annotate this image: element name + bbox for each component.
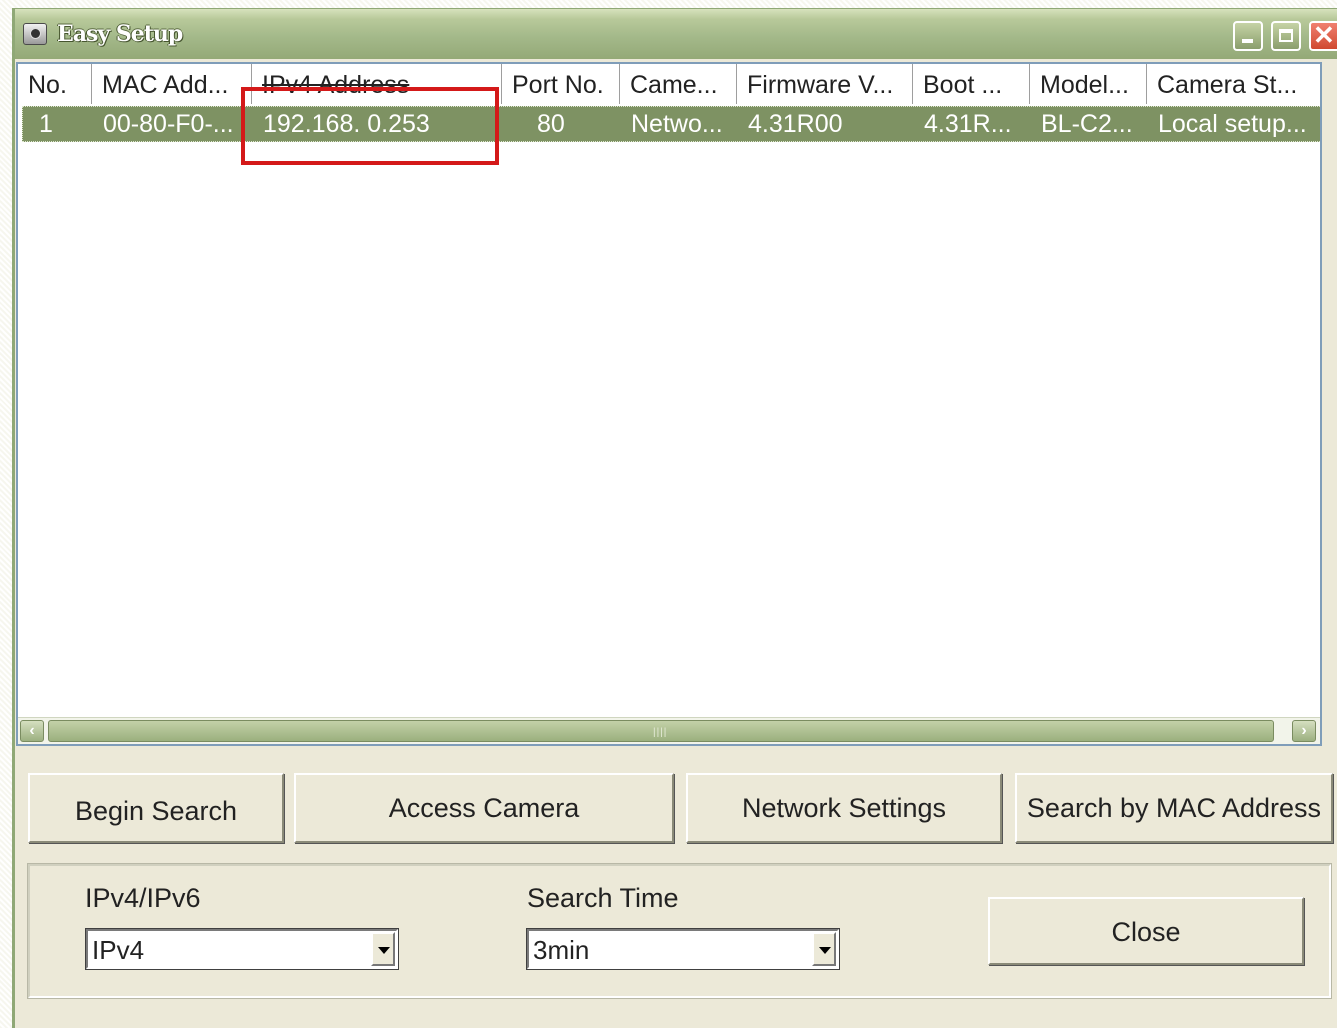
window-title: Easy Setup	[57, 21, 183, 47]
ip-version-label: IPv4/IPv6	[85, 883, 201, 913]
close-button[interactable]: Close	[988, 897, 1304, 965]
chevron-down-icon[interactable]	[812, 932, 836, 966]
title-bar[interactable]: Easy Setup ✕	[15, 9, 1337, 59]
minimize-icon	[1242, 39, 1253, 43]
cell-camera: Netwo...	[631, 110, 723, 138]
maximize-button[interactable]	[1271, 21, 1301, 51]
chevron-left-icon: ‹	[29, 722, 35, 739]
scrollbar-thumb[interactable]: ||||	[48, 720, 1274, 742]
search-time-select[interactable]: 3min	[526, 928, 840, 970]
cell-no: 1	[39, 110, 53, 138]
search-time-label: Search Time	[527, 883, 679, 913]
cell-camera-status: Local setup...	[1158, 110, 1307, 138]
close-window-button[interactable]: ✕	[1309, 20, 1337, 51]
column-header-port[interactable]: Port No.	[502, 64, 620, 104]
cell-model: BL-C2...	[1041, 110, 1133, 138]
scroll-left-button[interactable]: ‹	[20, 720, 44, 742]
camera-list[interactable]: No. MAC Add... IPv4 Address Port No. Cam…	[16, 62, 1322, 746]
chevron-right-icon: ›	[1301, 722, 1307, 739]
column-header-camera-status[interactable]: Camera St...	[1147, 64, 1320, 104]
column-header-model[interactable]: Model...	[1030, 64, 1147, 104]
chevron-down-icon[interactable]	[371, 932, 395, 966]
cell-boot: 4.31R...	[924, 110, 1012, 138]
horizontal-scrollbar[interactable]: ‹ |||| ›	[18, 717, 1320, 744]
camera-app-icon	[23, 23, 47, 45]
highlight-box	[241, 87, 499, 165]
cell-port: 80	[537, 110, 565, 138]
search-by-mac-button[interactable]: Search by MAC Address	[1015, 773, 1333, 843]
search-time-value: 3min	[533, 935, 590, 965]
scroll-right-button[interactable]: ›	[1292, 720, 1316, 742]
grip-icon: ||||	[653, 727, 668, 738]
column-header-boot[interactable]: Boot ...	[913, 64, 1030, 104]
column-header-no[interactable]: No.	[18, 64, 92, 104]
network-settings-button[interactable]: Network Settings	[686, 773, 1002, 843]
cell-firmware: 4.31R00	[748, 110, 843, 138]
column-header-mac[interactable]: MAC Add...	[92, 64, 252, 104]
column-header-firmware[interactable]: Firmware V...	[737, 64, 913, 104]
ip-version-value: IPv4	[92, 935, 145, 965]
close-icon: ✕	[1313, 20, 1335, 50]
table-row[interactable]: 1 00-80-F0-... 192.168. 0.253 80 Netwo..…	[22, 106, 1320, 142]
list-header: No. MAC Add... IPv4 Address Port No. Cam…	[18, 64, 1320, 104]
column-header-camera[interactable]: Came...	[620, 64, 737, 104]
cell-mac: 00-80-F0-...	[103, 110, 234, 138]
ip-version-select[interactable]: IPv4	[85, 928, 399, 970]
begin-search-button[interactable]: Begin Search	[28, 773, 284, 843]
minimize-button[interactable]	[1233, 21, 1263, 51]
maximize-icon	[1279, 29, 1293, 42]
access-camera-button[interactable]: Access Camera	[294, 773, 674, 843]
